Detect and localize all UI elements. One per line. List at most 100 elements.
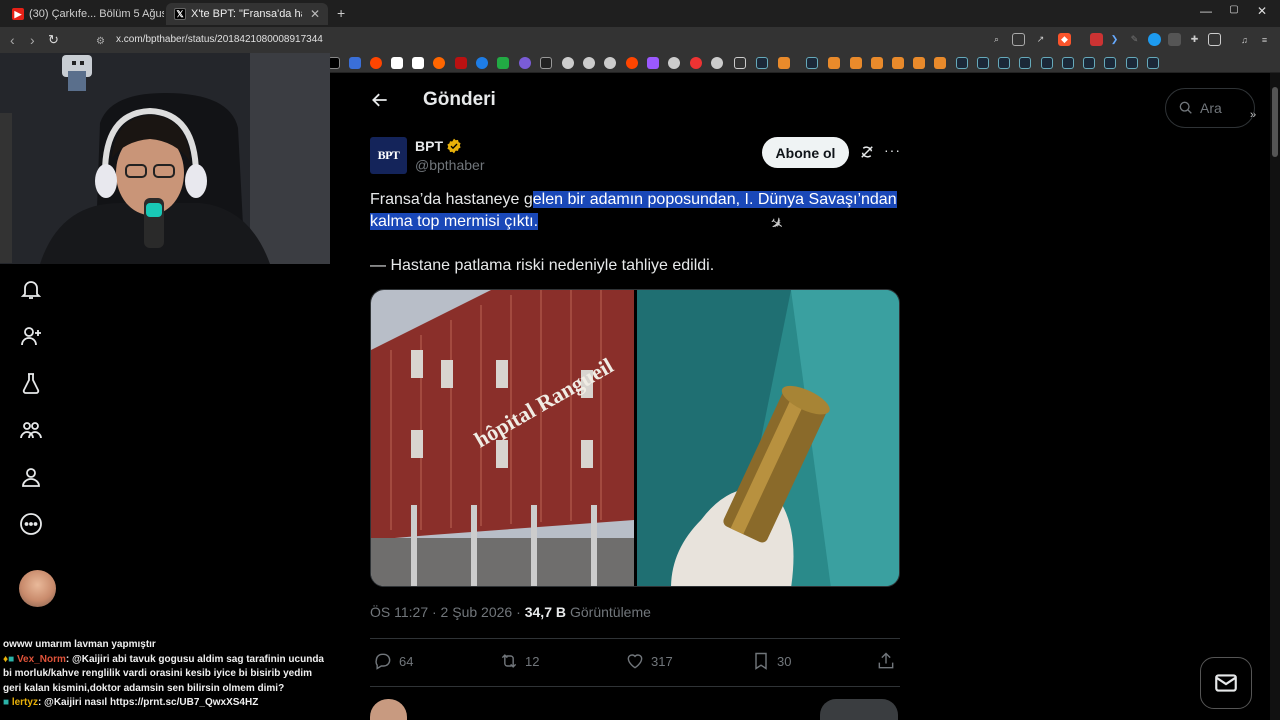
- share-button[interactable]: [876, 651, 902, 671]
- reply-button[interactable]: 64: [373, 651, 413, 671]
- bookmark-icon[interactable]: [778, 57, 790, 69]
- address-bar[interactable]: x.com/bpthaber/status/201842108000891734…: [116, 34, 323, 45]
- bookmark-icon[interactable]: [668, 57, 680, 69]
- notifications-icon[interactable]: [19, 277, 43, 301]
- page-title: Gönderi: [423, 89, 496, 110]
- more-options-icon[interactable]: ···: [884, 142, 901, 158]
- reply-avatar[interactable]: [370, 699, 407, 720]
- bookmark-icon[interactable]: [391, 57, 403, 69]
- verified-badge-icon: [447, 138, 461, 154]
- like-button[interactable]: 317: [625, 651, 673, 671]
- bookmark-icon[interactable]: [433, 57, 445, 69]
- bookmark-icon[interactable]: [455, 57, 467, 69]
- menu-icon[interactable]: ≡: [1258, 33, 1271, 46]
- post-media[interactable]: hôpital Rangueil: [370, 289, 900, 587]
- subscribe-button[interactable]: Abone ol: [762, 137, 849, 168]
- post-timestamp[interactable]: ÖS 11:27 · 2 Şub 2026 ·: [370, 604, 521, 620]
- forward-icon[interactable]: ›: [30, 32, 35, 48]
- search-icon: [1179, 101, 1192, 114]
- bookmark-icon[interactable]: [540, 57, 552, 69]
- folder-icon[interactable]: [734, 57, 746, 69]
- bookmark-icon[interactable]: [828, 57, 840, 69]
- zoom-icon[interactable]: ⌕: [990, 33, 1003, 46]
- bookmark-steam-icon[interactable]: [1147, 57, 1159, 69]
- post-media-images: [371, 290, 899, 586]
- bookmark-steam-icon[interactable]: [1041, 57, 1053, 69]
- bookmark-icon[interactable]: [626, 57, 638, 69]
- extension-icon[interactable]: [1090, 33, 1103, 46]
- grok-icon[interactable]: [19, 371, 43, 395]
- bookmark-steam-icon[interactable]: [977, 57, 989, 69]
- account-avatar[interactable]: [19, 570, 56, 607]
- puzzle-icon[interactable]: ✚: [1188, 33, 1201, 46]
- bookmark-icon[interactable]: [690, 57, 702, 69]
- reload-icon[interactable]: ↻: [48, 32, 59, 48]
- scrollbar-thumb[interactable]: [1272, 87, 1278, 157]
- bookmark-reddit-icon[interactable]: [370, 57, 382, 69]
- search-placeholder: Ara: [1200, 100, 1222, 116]
- follow-icon[interactable]: [19, 324, 43, 348]
- bookmark-icon[interactable]: [892, 57, 904, 69]
- bookmark-icon[interactable]: [562, 57, 574, 69]
- minimize-button[interactable]: —: [1196, 4, 1216, 18]
- brave-shield-icon[interactable]: ◆: [1058, 33, 1071, 46]
- bookmark-icon[interactable]: [850, 57, 862, 69]
- new-tab-button[interactable]: +: [337, 5, 345, 21]
- bookmark-icon[interactable]: [934, 57, 946, 69]
- scrollbar[interactable]: [1270, 73, 1280, 720]
- bookmark-steam-icon[interactable]: [1083, 57, 1095, 69]
- bookmark-steam-icon[interactable]: [1019, 57, 1031, 69]
- back-button[interactable]: [370, 90, 392, 112]
- bookmark-icon[interactable]: [913, 57, 925, 69]
- bookmark-icon[interactable]: [519, 57, 531, 69]
- extension-icon[interactable]: ✎: [1128, 33, 1141, 46]
- bookmark-icon[interactable]: [604, 57, 616, 69]
- bookmark-steam-icon[interactable]: [1126, 57, 1138, 69]
- views-label: Görüntüleme: [569, 604, 651, 620]
- share-icon: [878, 652, 894, 669]
- tab-x-post[interactable]: 𝕏 X'te BPT: "Fransa'da hastaneye g... ✕: [166, 3, 328, 25]
- divider: [370, 686, 900, 687]
- bookmark-steam-icon[interactable]: [1062, 57, 1074, 69]
- site-info-icon[interactable]: ⚙: [96, 34, 105, 50]
- communities-icon[interactable]: [19, 418, 43, 442]
- share-icon[interactable]: ↗: [1034, 33, 1047, 46]
- chat-message: ■ lertyz: @Kaijiri nasıl https://prnt.sc…: [0, 696, 330, 711]
- bookmark-steam-icon[interactable]: [1104, 57, 1116, 69]
- tab-youtube[interactable]: ▶ (30) Çarkıfe... Bölüm 5 Ağustos 2...: [4, 3, 164, 25]
- bookmark-icon[interactable]: [647, 57, 659, 69]
- search-input[interactable]: Ara: [1165, 88, 1255, 128]
- bookmark-steam-icon[interactable]: [806, 57, 818, 69]
- sidebar-icon[interactable]: [1208, 33, 1221, 46]
- cast-icon[interactable]: [1012, 33, 1025, 46]
- close-tab-icon[interactable]: ✕: [310, 7, 320, 21]
- repost-button[interactable]: 12: [499, 651, 539, 671]
- author-display-name[interactable]: BPT: [415, 138, 443, 154]
- close-window-button[interactable]: ✕: [1252, 4, 1272, 18]
- extension-icon[interactable]: [1148, 33, 1161, 46]
- bookmark-steam-icon[interactable]: [998, 57, 1010, 69]
- bookmark-icon[interactable]: [871, 57, 883, 69]
- profile-icon[interactable]: [19, 465, 43, 489]
- media-icon[interactable]: ♫: [1238, 33, 1251, 46]
- author-name-row[interactable]: BPT: [415, 138, 462, 154]
- bookmark-icon[interactable]: [476, 57, 488, 69]
- extension-icon[interactable]: [1168, 33, 1181, 46]
- bookmark-steam-icon[interactable]: [956, 57, 968, 69]
- extension-icon[interactable]: ❯: [1108, 33, 1121, 46]
- bookmark-button[interactable]: 30: [751, 651, 791, 671]
- back-icon[interactable]: ‹: [10, 32, 15, 48]
- reply-action-button[interactable]: [820, 699, 898, 720]
- bookmark-icon[interactable]: [349, 57, 361, 69]
- bookmark-steam-icon[interactable]: [756, 57, 768, 69]
- grok-explain-icon[interactable]: [858, 143, 876, 166]
- bookmark-icon[interactable]: [497, 57, 509, 69]
- author-avatar[interactable]: BPT: [370, 137, 407, 174]
- more-icon[interactable]: [19, 512, 43, 536]
- bookmark-icon[interactable]: [412, 57, 424, 69]
- maximize-button[interactable]: ▢: [1224, 4, 1244, 15]
- messages-button[interactable]: [1200, 657, 1252, 709]
- bookmark-icon[interactable]: [711, 57, 723, 69]
- bookmark-icon[interactable]: [583, 57, 595, 69]
- author-handle[interactable]: @bpthaber: [415, 157, 484, 173]
